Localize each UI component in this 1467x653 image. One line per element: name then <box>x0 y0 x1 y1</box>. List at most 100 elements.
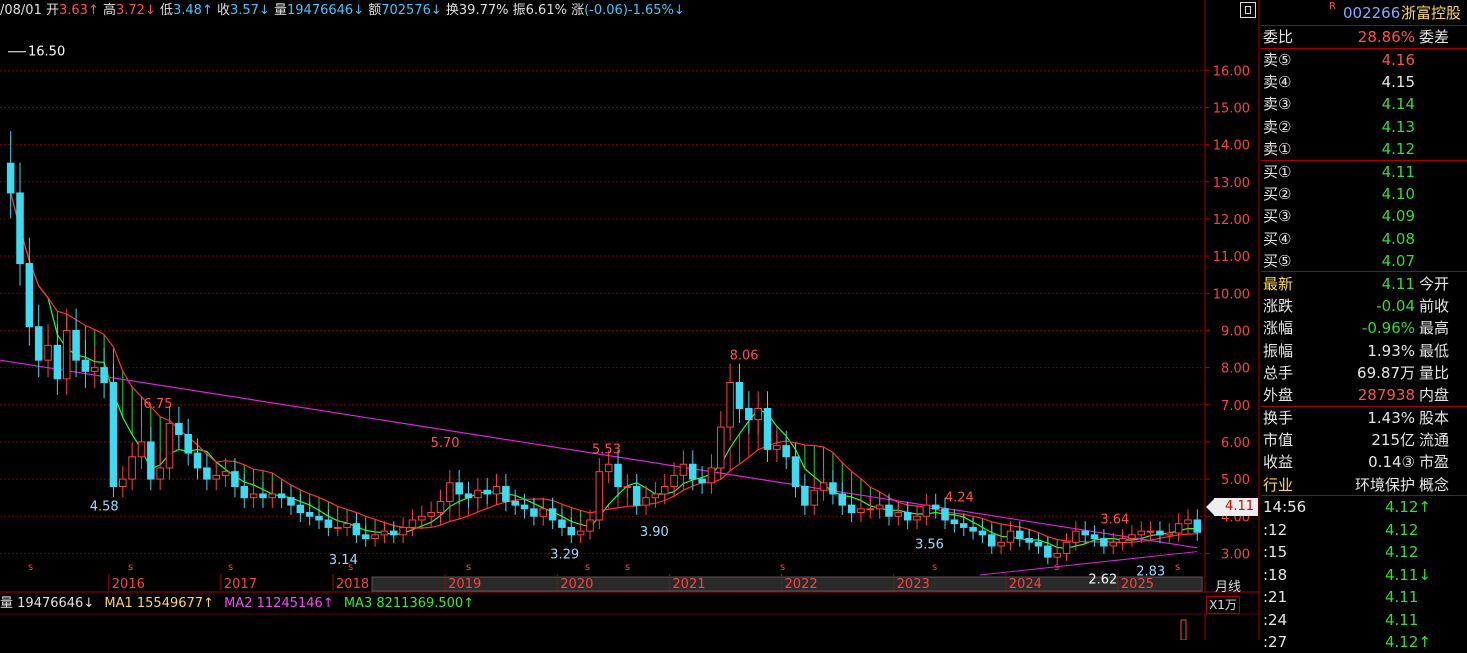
ma3-label: MA3 <box>343 596 373 611</box>
candle-down <box>903 512 912 521</box>
candle-down <box>838 493 847 506</box>
candle-up <box>1137 530 1146 536</box>
bid-level-row[interactable]: 买⑤ 4.07 <box>1261 250 1467 272</box>
high-label: 高 <box>102 3 116 18</box>
quote-stat-row[interactable]: 最新 4.11 今开 <box>1261 273 1467 295</box>
candle-down <box>941 508 949 521</box>
quote-stat-row[interactable]: 振幅 1.93% 最低 <box>1261 340 1467 362</box>
candle-up <box>44 344 52 361</box>
stock-name[interactable]: 浙富控股 <box>1401 0 1461 26</box>
ask-level-row[interactable]: 卖② 4.13 <box>1261 116 1467 138</box>
bid-level-row[interactable]: 买② 4.10 <box>1261 183 1467 205</box>
bid-level-label: 买① <box>1263 163 1292 181</box>
y-tick-label: 12.00 <box>1213 213 1250 228</box>
date-value: /08/01 <box>0 3 42 18</box>
ask-level-value: 4.14 <box>1381 95 1415 114</box>
quote-stat-row[interactable]: 外盘 287938 内盘 <box>1261 384 1467 406</box>
candle-up <box>679 463 688 476</box>
candle-up <box>1118 538 1127 543</box>
bid-level-row[interactable]: 买④ 4.08 <box>1261 228 1467 250</box>
candle-up <box>221 471 230 476</box>
candle-down <box>763 407 772 450</box>
candle-down <box>745 407 753 421</box>
candle-up <box>810 489 819 506</box>
fundamental-stat-row[interactable]: 市值 215亿 流通 <box>1261 429 1467 451</box>
price-annotation: 3.14 <box>329 553 358 568</box>
bid-level-label: 买⑤ <box>1263 251 1292 270</box>
dividend-marker-icon: s <box>780 562 785 573</box>
fundamental-stat-row[interactable]: 收益 0.14③ 市盈 <box>1261 451 1467 473</box>
vol-value: 19476646↓ <box>287 3 365 18</box>
candle-down <box>782 445 790 458</box>
dividend-marker-icon: s <box>1175 562 1180 573</box>
candle-up <box>446 482 454 502</box>
fundamental-stat-value: 0.14③ <box>1368 453 1415 472</box>
year-label: 2016 <box>112 577 145 592</box>
ma1-label: MA1 <box>104 596 133 611</box>
ask-level-label: 卖① <box>1263 139 1292 158</box>
bid-level-row[interactable]: 买① 4.11 <box>1261 161 1467 183</box>
fundamental-stat-row[interactable]: 换手 1.43% 股本 <box>1261 407 1467 429</box>
y-tick-label: 15.00 <box>1213 101 1250 116</box>
volume-bar <box>1180 619 1187 640</box>
tick-price: 4.12↑ <box>1385 633 1431 651</box>
candle-down <box>296 504 305 514</box>
ohlc-info-bar: /08/01 开3.63↑ 高3.72↓ 低3.48↑ 收3.57↓ 量1947… <box>0 0 1230 22</box>
tick-row: :12 4.12 <box>1261 519 1467 541</box>
quote-stat-row[interactable]: 涨幅 -0.96% 最高 <box>1261 317 1467 339</box>
price-annotation: 2.83 <box>1136 565 1165 580</box>
ask-level-row[interactable]: 卖④ 4.15 <box>1261 71 1467 93</box>
quote-stat-side-label: 前收 <box>1419 297 1450 316</box>
candle-down <box>698 478 706 484</box>
quote-stat-value: 4.11 <box>1381 275 1415 293</box>
y-tick-label: 7.00 <box>1221 399 1250 414</box>
candle-up <box>156 467 164 480</box>
bid-level-row[interactable]: 买③ 4.09 <box>1261 205 1467 227</box>
price-annotation: 2.62 <box>1088 573 1117 588</box>
candle-up <box>333 526 342 529</box>
fundamental-stat-row[interactable]: 行业 环境保护 概念 <box>1261 474 1467 496</box>
price-annotation: 5.53 <box>592 442 621 457</box>
candle-down <box>6 162 15 194</box>
ask-level-row[interactable]: 卖① 4.12 <box>1261 138 1467 160</box>
dividend-marker-icon: s <box>932 562 937 573</box>
tick-row: :21 4.11 <box>1261 586 1467 608</box>
quote-stat-side-label: 最高 <box>1419 319 1450 338</box>
quote-stat-value: 69.87万 <box>1357 363 1415 382</box>
bid-level-value: 4.10 <box>1381 185 1415 204</box>
price-annotation: 8.06 <box>730 348 759 363</box>
candle-down <box>1034 541 1043 547</box>
tick-row: :27 4.12↑ <box>1261 631 1467 653</box>
stock-code[interactable]: 002266 <box>1343 0 1400 26</box>
price-annotation: 3.29 <box>550 548 579 563</box>
candle-down <box>455 482 463 495</box>
quote-stat-label: 涨幅 <box>1263 319 1294 338</box>
volume-label: 量 <box>0 596 14 611</box>
ma2-value: 11245146↑ <box>256 596 334 611</box>
candle-down <box>885 504 893 517</box>
fundamental-stat-label: 市值 <box>1263 431 1294 450</box>
ratio-value: 28.86% <box>1357 28 1415 46</box>
kline-chart[interactable]: 3.004.005.006.007.008.009.0010.0011.0012… <box>0 0 1260 640</box>
period-label[interactable]: 月线 <box>1215 576 1241 595</box>
candle-up <box>165 422 174 469</box>
ask-level-row[interactable]: 卖③ 4.14 <box>1261 93 1467 115</box>
quote-stat-row[interactable]: 涨跌 -0.04 前收 <box>1261 295 1467 317</box>
turnover-value: 39.77% <box>458 3 509 18</box>
candle-down <box>558 519 566 528</box>
candle-down <box>25 263 34 328</box>
window-toggle-icon[interactable] <box>1240 2 1256 18</box>
candle-up <box>623 486 632 489</box>
candle-up <box>1146 530 1155 533</box>
fundamental-stat-value: 环境保护 <box>1354 475 1415 494</box>
year-label: 2019 <box>448 577 481 592</box>
close-label: 收 <box>216 3 230 18</box>
ask-level-row[interactable]: 卖⑤ 4.16 <box>1261 49 1467 71</box>
current-price-tag: 4.11 <box>1206 498 1258 516</box>
ratio-diff-label: 委差 <box>1419 28 1450 46</box>
dividend-marker-icon: s <box>625 562 630 573</box>
quote-stat-side-label: 内盘 <box>1419 386 1450 404</box>
tick-price: 4.12↑ <box>1385 498 1431 516</box>
quote-stat-row[interactable]: 总手 69.87万 量比 <box>1261 362 1467 384</box>
ask-level-value: 4.12 <box>1381 139 1415 158</box>
